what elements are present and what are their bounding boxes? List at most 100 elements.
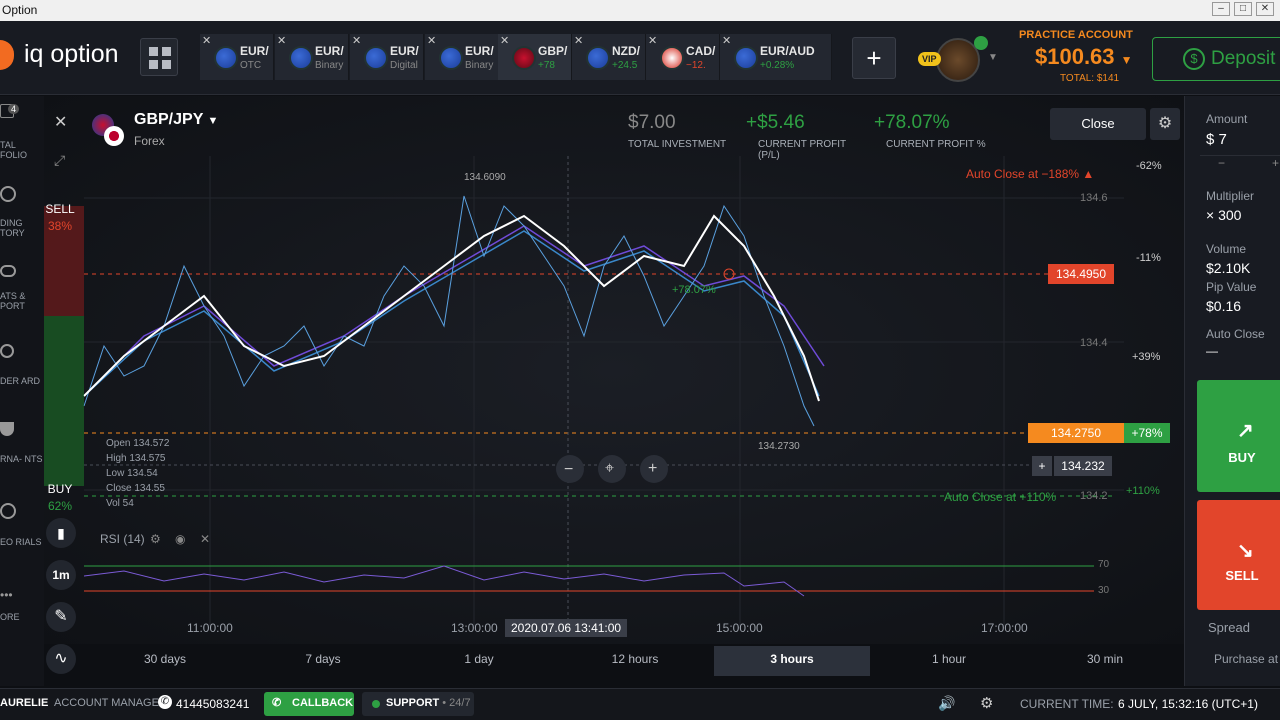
timeframe-3-hours[interactable]: 3 hours bbox=[714, 646, 870, 676]
timeframe-30-days[interactable]: 30 days bbox=[90, 646, 240, 676]
multiplier-select[interactable]: × 300 bbox=[1206, 207, 1241, 223]
minimize-icon[interactable]: – bbox=[1212, 2, 1230, 16]
close-icon[interactable]: ✕ bbox=[200, 532, 210, 546]
add-level-icon[interactable]: + bbox=[1032, 456, 1052, 476]
asset-selector[interactable]: GBP/JPY ▼ bbox=[134, 111, 218, 129]
eye-icon[interactable]: ◉ bbox=[175, 532, 185, 546]
auto-close-value[interactable]: — bbox=[1206, 344, 1218, 358]
close-tab-icon[interactable]: ✕ bbox=[500, 34, 509, 47]
close-tab-icon[interactable]: ✕ bbox=[574, 34, 583, 47]
ohlc-panel: Open 134.572 High 134.575 Low 134.54 Clo… bbox=[106, 438, 170, 509]
vip-badge: VIP bbox=[918, 52, 941, 66]
account-manager-label: ACCOUNT MANAGER bbox=[54, 697, 167, 709]
pct-level: -11% bbox=[1136, 252, 1161, 264]
callback-button[interactable]: ✆ CALLBACK bbox=[264, 692, 354, 716]
sell-button[interactable]: ↘ SELL bbox=[1197, 500, 1280, 610]
gear-icon[interactable]: ⚙ bbox=[150, 532, 161, 546]
logo[interactable]: iq option bbox=[0, 40, 119, 71]
asset-tab[interactable]: ✕ CAD/−12. bbox=[646, 34, 720, 80]
clock-icon bbox=[0, 186, 16, 202]
amount-input[interactable]: $ 7 bbox=[1206, 131, 1227, 148]
sidebar-item-chats[interactable]: ATS & PORT bbox=[0, 265, 44, 311]
asset-tab-active[interactable]: ✕ GBP/+78 bbox=[498, 34, 572, 80]
phone-number: 41445083241 bbox=[176, 697, 250, 711]
close-chart-icon[interactable]: ✕ bbox=[54, 112, 67, 132]
center-chart-button[interactable]: ⌖ bbox=[598, 455, 626, 483]
online-status-icon bbox=[372, 700, 380, 708]
close-tab-icon[interactable]: ✕ bbox=[277, 34, 286, 47]
close-position-button[interactable]: Close bbox=[1050, 108, 1146, 140]
candles-icon: ▮ bbox=[57, 525, 65, 541]
asset-tab[interactable]: ✕ EUR/Binary bbox=[275, 34, 349, 80]
volume-icon[interactable]: 🔊 bbox=[938, 695, 955, 712]
minus-icon[interactable]: − bbox=[1218, 156, 1225, 170]
chevron-down-icon: ▼ bbox=[1120, 53, 1133, 67]
deposit-button[interactable]: $ Deposit bbox=[1152, 37, 1280, 81]
sidebar-item-more[interactable]: ••• ORE bbox=[0, 588, 44, 622]
total-investment-label: TOTAL INVESTMENT bbox=[628, 139, 727, 150]
asset-type: Forex bbox=[134, 134, 165, 148]
asset-tab[interactable]: ✕ NZD/+24.5 bbox=[572, 34, 646, 80]
sidebar-item-tournaments[interactable]: RNA- NTS bbox=[0, 422, 44, 464]
asset-tab[interactable]: ✕ EUR/OTC bbox=[200, 34, 274, 80]
asset-tab[interactable]: ✕ EUR/AUD +0.28% bbox=[720, 34, 832, 80]
time-tick: 13:00:00 bbox=[451, 621, 498, 635]
interval-button[interactable]: 1m bbox=[46, 560, 76, 590]
timeframe-30-min[interactable]: 30 min bbox=[1030, 646, 1180, 676]
dollar-icon: $ bbox=[1183, 48, 1205, 70]
zoom-out-button[interactable]: − bbox=[556, 455, 584, 483]
y-tick: 134.4 bbox=[1080, 337, 1108, 349]
pip-value: $0.16 bbox=[1206, 298, 1242, 314]
minus-icon: − bbox=[564, 461, 574, 478]
moving-average-blue bbox=[83, 230, 820, 397]
account-balance[interactable]: $100.63 ▼ bbox=[1035, 44, 1133, 70]
close-tab-icon[interactable]: ✕ bbox=[648, 34, 657, 47]
support-button[interactable]: SUPPORT • 24/7 bbox=[362, 692, 474, 716]
timeframe-1-day[interactable]: 1 day bbox=[404, 646, 554, 676]
amount-label: Amount bbox=[1206, 112, 1248, 126]
add-tab-button[interactable]: + bbox=[852, 37, 896, 79]
sidebar-item-tutorials[interactable]: EO RIALS bbox=[0, 503, 44, 547]
chart-grid bbox=[84, 156, 1124, 626]
indicators-button[interactable]: ∿ bbox=[46, 644, 76, 674]
entry-price-tag: 134.4950 bbox=[1048, 264, 1114, 284]
close-tab-icon[interactable]: ✕ bbox=[352, 34, 361, 47]
buy-button[interactable]: ↗ BUY bbox=[1197, 380, 1280, 492]
chart-type-button[interactable]: ▮ bbox=[46, 518, 76, 548]
volume-label: Volume bbox=[1206, 242, 1247, 256]
flag-icon bbox=[289, 46, 313, 70]
pencil-icon: ✎ bbox=[54, 608, 68, 625]
auto-close-label: Auto Close bbox=[1206, 327, 1265, 341]
expand-icon[interactable]: ⤢ bbox=[54, 152, 65, 169]
asset-tab[interactable]: ✕ EUR/Digital bbox=[350, 34, 424, 80]
settings-icon[interactable]: ⚙ bbox=[1150, 108, 1180, 140]
sell-sentiment-pct: 38% bbox=[47, 219, 73, 233]
asset-grid-button[interactable] bbox=[140, 38, 178, 76]
maximize-icon[interactable]: □ bbox=[1234, 2, 1252, 16]
close-tab-icon[interactable]: ✕ bbox=[427, 34, 436, 47]
sidebar-item-portfolio[interactable]: 4 TAL FOLIO bbox=[0, 104, 44, 160]
buy-sentiment-pct: 62% bbox=[47, 499, 73, 513]
crosshair-price-tag: 134.232 bbox=[1054, 456, 1112, 476]
sidebar-item-history[interactable]: DING TORY bbox=[0, 186, 44, 238]
sidebar-item-leaderboard[interactable]: DER ARD bbox=[0, 344, 44, 386]
draw-tool-button[interactable]: ✎ bbox=[46, 602, 76, 632]
time-tick: 17:00:00 bbox=[981, 621, 1028, 635]
amount-stepper[interactable]: − + bbox=[1200, 155, 1280, 173]
close-tab-icon[interactable]: ✕ bbox=[722, 34, 731, 47]
pct-level: -62% bbox=[1136, 160, 1162, 172]
gear-icon[interactable]: ⚙ bbox=[980, 694, 993, 712]
timeframe-1-hour[interactable]: 1 hour bbox=[874, 646, 1024, 676]
zoom-in-button[interactable]: + bbox=[640, 455, 668, 483]
timeframe-12-hours[interactable]: 12 hours bbox=[560, 646, 710, 676]
timeframe-7-days[interactable]: 7 days bbox=[248, 646, 398, 676]
close-window-icon[interactable]: ✕ bbox=[1256, 2, 1274, 16]
asset-tab[interactable]: ✕ EUR/Binary bbox=[425, 34, 499, 80]
trend-up-icon: ↗ bbox=[1237, 420, 1254, 442]
close-tab-icon[interactable]: ✕ bbox=[202, 34, 211, 47]
chevron-down-icon[interactable]: ▼ bbox=[988, 52, 998, 63]
plus-icon[interactable]: + bbox=[1272, 156, 1279, 170]
user-name: AURELIE bbox=[0, 697, 49, 709]
plus-icon: + bbox=[648, 460, 658, 477]
purchase-at-label: Purchase at bbox=[1214, 652, 1279, 666]
